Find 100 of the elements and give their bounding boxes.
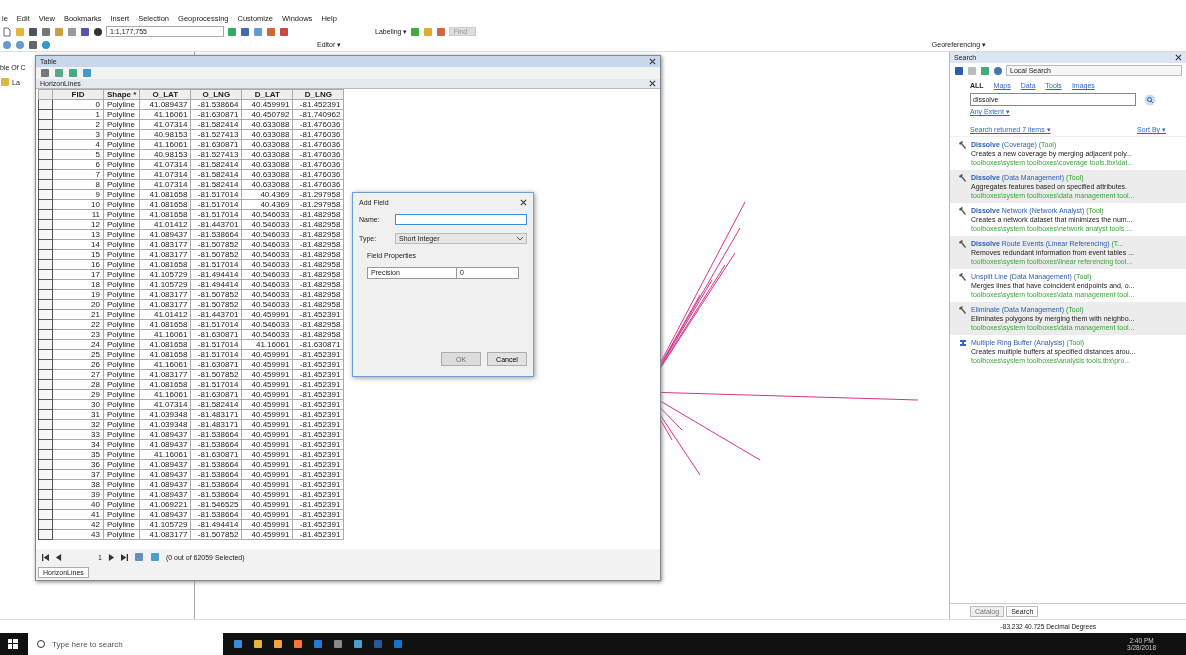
taskbar-search-field[interactable]: Type here to search	[28, 633, 223, 655]
row-selector[interactable]	[38, 489, 53, 500]
row-selector[interactable]	[38, 349, 53, 360]
row-selector[interactable]	[38, 419, 53, 430]
row-selector[interactable]	[38, 259, 53, 270]
row-selector[interactable]	[38, 369, 53, 380]
row-selector[interactable]	[38, 449, 53, 460]
table-cell: 41.105729	[139, 269, 191, 280]
windows-start-icon[interactable]	[8, 639, 18, 649]
table-cell: 38	[52, 479, 104, 490]
row-selector[interactable]	[38, 479, 53, 490]
table-cell: 41.081658	[139, 339, 191, 350]
row-selector[interactable]	[38, 129, 53, 140]
next-icon[interactable]	[107, 553, 115, 561]
column-header[interactable]: Shape *	[103, 89, 140, 100]
row-selector[interactable]	[38, 309, 53, 320]
table-cell: 40.459991	[241, 449, 293, 460]
table-cell: 41.105729	[139, 279, 191, 290]
row-selector[interactable]	[38, 179, 53, 190]
close-icon[interactable]	[649, 58, 656, 65]
table-cell: -81.740962	[292, 109, 344, 120]
row-selector[interactable]	[38, 99, 53, 110]
row-selector[interactable]	[38, 329, 53, 340]
table-cell: -81.452391	[292, 369, 344, 380]
row-selector[interactable]	[38, 459, 53, 470]
table-cell: 41.089437	[139, 469, 191, 480]
row-selector[interactable]	[38, 239, 53, 250]
row-selector[interactable]	[38, 319, 53, 330]
row-selector[interactable]	[38, 289, 53, 300]
table-cell: Polyline	[103, 109, 140, 120]
hammer-icon	[958, 239, 968, 249]
row-selector[interactable]	[38, 269, 53, 280]
new-file-icon[interactable]	[2, 26, 12, 37]
first-page-icon[interactable]	[42, 553, 49, 561]
row-selector[interactable]	[38, 529, 53, 540]
row-selector[interactable]	[38, 409, 53, 420]
table-cell: -81.452391	[292, 449, 344, 460]
table-cell: -81.517014	[190, 209, 242, 220]
table-cell: Polyline	[103, 99, 140, 110]
column-header[interactable]: FID	[52, 89, 104, 100]
table-cell: Polyline	[103, 169, 140, 180]
row-selector[interactable]	[38, 499, 53, 510]
previous-icon[interactable]	[55, 553, 62, 561]
row-selector[interactable]	[38, 389, 53, 400]
row-selector[interactable]	[38, 339, 53, 350]
row-selector[interactable]	[38, 439, 53, 450]
row-selector[interactable]	[38, 229, 53, 240]
table-cell: -81.582414	[190, 179, 242, 190]
table-cell: Polyline	[103, 139, 140, 150]
table-cell: -81.452391	[292, 489, 344, 500]
row-selector[interactable]	[38, 149, 53, 160]
row-selector[interactable]	[38, 359, 53, 370]
row-selector[interactable]	[38, 249, 53, 260]
table-cell: Polyline	[103, 129, 140, 140]
search-icon[interactable]	[1144, 93, 1156, 106]
row-selector[interactable]	[38, 519, 53, 530]
name-field[interactable]	[395, 214, 527, 225]
column-header[interactable]: D_LAT	[241, 89, 293, 100]
row-selector[interactable]	[38, 199, 53, 210]
close-icon[interactable]	[520, 199, 527, 206]
row-selector[interactable]	[38, 189, 53, 200]
table-cell: 40.633088	[241, 149, 293, 160]
table-cell: 41.07314	[139, 159, 191, 170]
column-header[interactable]: O_LNG	[190, 89, 242, 100]
row-selector[interactable]	[38, 469, 53, 480]
table-cell: 41.083177	[139, 289, 191, 300]
table-cell: 33	[52, 429, 104, 440]
row-selector[interactable]	[38, 509, 53, 520]
table-cell: 39	[52, 489, 104, 500]
table-cell: 41.089437	[139, 99, 191, 110]
column-header[interactable]: D_LNG	[292, 89, 344, 100]
close-icon[interactable]	[1175, 54, 1182, 61]
row-selector[interactable]	[38, 209, 53, 220]
table-cell: -81.494414	[190, 279, 242, 290]
table-cell: -81.452391	[292, 479, 344, 490]
row-selector[interactable]	[38, 109, 53, 120]
table-cell: 22	[52, 319, 104, 330]
row-selector[interactable]	[38, 159, 53, 170]
table-cell: 40.633088	[241, 129, 293, 140]
last-page-icon[interactable]	[120, 553, 128, 561]
table-cell: 40.459991	[241, 309, 293, 320]
close-icon[interactable]	[649, 80, 656, 87]
table-cell: -81.452391	[292, 359, 344, 370]
row-selector[interactable]	[38, 119, 53, 130]
table-cell: Polyline	[103, 499, 140, 510]
row-selector[interactable]	[38, 299, 53, 310]
table-cell: 41.01412	[139, 219, 191, 230]
table-cell: -81.483171	[190, 409, 242, 420]
row-selector[interactable]	[38, 399, 53, 410]
table-cell: Polyline	[103, 479, 140, 490]
table-cell: 41.083177	[139, 299, 191, 310]
row-selector[interactable]	[38, 429, 53, 440]
row-selector[interactable]	[38, 279, 53, 290]
row-selector[interactable]	[38, 379, 53, 390]
row-selector[interactable]	[38, 219, 53, 230]
column-header[interactable]: O_LAT	[139, 89, 191, 100]
row-selector[interactable]	[38, 169, 53, 180]
table-cell: -81.527413	[190, 149, 242, 160]
row-selector[interactable]	[38, 139, 53, 150]
table-cell: 41.16061	[139, 329, 191, 340]
